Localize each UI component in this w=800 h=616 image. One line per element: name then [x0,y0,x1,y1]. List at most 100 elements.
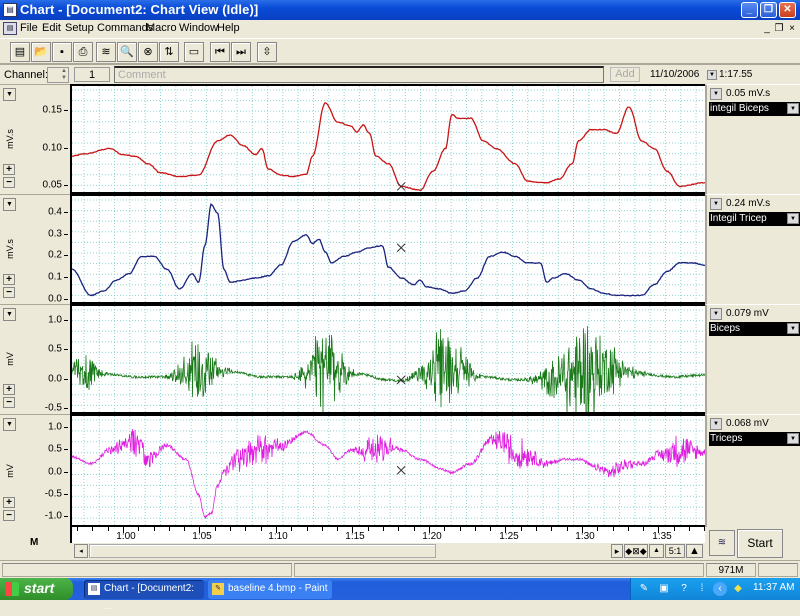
security-icon[interactable]: ◆ [731,582,745,596]
channel-name-select[interactable]: Integil Tricep ▼ [709,212,800,226]
y-tick-label: 0.2 [48,249,62,261]
network-icon[interactable]: ⁞ [695,582,709,596]
save-icon[interactable]: ▪ [52,42,72,62]
channel-settings-icon[interactable]: ≋ [96,42,116,62]
time-format-dropdown[interactable]: ▼ [707,70,717,80]
range-dropdown[interactable]: ▼ [710,418,722,430]
record-mode-icon[interactable]: ≋ [709,530,735,556]
menu-window[interactable]: Window [179,22,218,34]
cursor-marker[interactable] [396,465,406,475]
task-label: Chart - [Document2: ... [104,583,195,612]
axis-menu-button[interactable]: ▼ [3,88,16,101]
scale-up-button[interactable]: + [3,497,15,508]
channel-name-select[interactable]: Biceps ▼ [709,322,800,336]
range-dropdown[interactable]: ▼ [710,88,722,100]
spin-down-icon[interactable]: ▼ [60,75,68,82]
scroll-controls: ◂ ▸ ◆⊠◆ ▲ 5:1 ▲ [70,543,705,559]
minimize-button[interactable]: _ [741,2,758,18]
collapse-tray-icon[interactable]: ‹ [713,582,727,596]
restore-button[interactable]: ❐ [760,2,777,18]
y-tick-label: 0.1 [48,271,62,283]
scale-up-button[interactable]: + [3,274,15,285]
cursor-marker[interactable] [396,243,406,253]
signal-trace [72,325,705,412]
compress-more-button[interactable]: ▲ [686,544,703,558]
time-tick [306,527,308,531]
autoscale-button[interactable]: ◆⊠◆ [624,544,648,558]
range-dropdown[interactable]: ▼ [710,198,722,210]
scroll-right-button[interactable]: ▸ [611,544,623,558]
scale-up-button[interactable]: + [3,384,15,395]
comment-input[interactable]: Comment [114,66,604,83]
start-menu-button[interactable]: start [0,578,73,600]
time-tick [551,527,553,531]
scale-up-button[interactable]: + [3,164,15,175]
chart-plot-area[interactable] [70,84,705,527]
range-dropdown[interactable]: ▼ [710,308,722,320]
axis-panel-2: ▼ mV.s + − 0.0 0.1 0.2 0.3 0.4 [0,194,70,304]
horizontal-scrollbar[interactable] [89,544,436,558]
help-icon[interactable]: ? [677,582,691,596]
chevron-down-icon[interactable]: ▼ [787,213,799,224]
chevron-down-icon[interactable]: ▼ [787,433,799,444]
scale-down-button[interactable]: − [3,177,15,188]
microphone-icon[interactable]: ✎ [637,582,651,596]
channel-spinner[interactable]: ▲ ▼ [47,67,69,83]
plot-4[interactable] [72,414,705,527]
start-button[interactable]: Start [737,529,783,558]
channel-order-icon[interactable]: ⇳ [257,42,277,62]
chevron-down-icon[interactable]: ▼ [787,103,799,114]
close-button[interactable]: ✕ [779,2,796,18]
mdi-minimize-button[interactable]: _ [761,23,773,35]
compress-less-button[interactable]: ▲ [649,544,664,558]
chart-view-icon[interactable]: ▤ [10,42,30,62]
time-tick-label: 1:10 [268,531,288,542]
plot-3[interactable] [72,304,705,414]
time-tick [444,527,446,531]
display-icon[interactable]: ▣ [657,582,671,596]
menu-edit[interactable]: Edit [42,22,61,34]
skip-end-icon[interactable]: ⏭ [231,42,251,62]
cursor-marker[interactable] [396,375,406,385]
plot-1[interactable] [72,84,705,194]
open-folder-icon[interactable]: 📂 [31,42,51,62]
axis-menu-button[interactable]: ▼ [3,198,16,211]
scale-down-button[interactable]: − [3,510,15,521]
menu-help[interactable]: Help [217,22,240,34]
spin-up-icon[interactable]: ▲ [60,68,68,75]
sort-icon[interactable]: ⇅ [159,42,179,62]
menu-setup[interactable]: Setup [65,22,94,34]
print-icon[interactable]: ⎙ [73,42,93,62]
mdi-restore-button[interactable]: ❐ [773,23,785,35]
scale-down-button[interactable]: − [3,287,15,298]
scale-down-button[interactable]: − [3,397,15,408]
y-tick-mark [64,319,68,321]
display-icon[interactable]: ▭ [184,42,204,62]
marker-icon[interactable]: M [30,537,40,549]
taskbar-item-chart[interactable]: ▤ Chart - [Document2: ... [84,580,204,612]
time-tick [153,527,155,531]
add-comment-button[interactable]: Add [610,67,640,82]
time-tick-label: 1:35 [652,531,672,542]
y-tick-label: 0.0 [48,373,62,385]
channel-name-select[interactable]: Triceps ▼ [709,432,800,446]
menu-commands[interactable]: Commands [97,22,153,34]
chevron-down-icon[interactable]: ▼ [787,323,799,334]
y-tick-mark [64,449,68,451]
y-tick-label: -1.0 [44,510,62,522]
skip-start-icon[interactable]: ⏮ [210,42,230,62]
comment-number-field[interactable]: 1 [74,67,110,82]
mdi-close-button[interactable]: × [786,23,798,35]
axis-menu-button[interactable]: ▼ [3,418,16,431]
channel-panel-2: ▼ 0.24 mV.s Integil Tricep ▼ [705,194,800,304]
document-icon[interactable]: ▤ [3,22,17,35]
taskbar-item-paint[interactable]: ✎ baseline 4.bmp - Paint [208,580,332,599]
channel-name-select[interactable]: integil Biceps ▼ [709,102,800,116]
marker-icon[interactable]: ⊗ [138,42,158,62]
scroll-left-button[interactable]: ◂ [74,544,88,558]
axis-menu-button[interactable]: ▼ [3,308,16,321]
zoom-view-icon[interactable]: 🔍 [117,42,137,62]
plot-2[interactable] [72,194,705,304]
menu-file[interactable]: File [20,22,38,34]
menu-macro[interactable]: Macro [146,22,177,34]
